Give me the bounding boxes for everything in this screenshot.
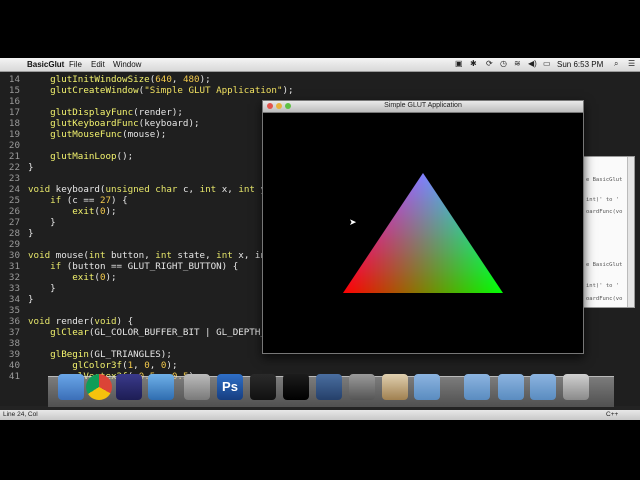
xcode-icon[interactable] bbox=[148, 374, 174, 400]
line-number: 21 bbox=[8, 151, 20, 162]
code-text[interactable]: exit(0); bbox=[28, 206, 116, 217]
glut-window[interactable]: Simple GLUT Application bbox=[262, 100, 584, 354]
line-number: 41 bbox=[8, 371, 20, 382]
code-text[interactable]: glColor3f(1, 0, 0); bbox=[28, 360, 177, 371]
line-number: 18 bbox=[8, 118, 20, 129]
peek-text-line: oardFunc(vo bbox=[586, 209, 623, 215]
line-number: 26 bbox=[8, 206, 20, 217]
system-preferences-icon[interactable] bbox=[349, 374, 375, 400]
code-text[interactable]: } bbox=[28, 228, 34, 239]
line-number: 14 bbox=[8, 74, 20, 85]
photoshop-label: Ps bbox=[222, 379, 238, 394]
code-text[interactable]: void render(void) { bbox=[28, 316, 133, 327]
code-text[interactable]: glutInitWindowSize(640, 480); bbox=[28, 74, 211, 85]
line-number: 31 bbox=[8, 261, 20, 272]
triangle-blue-blend bbox=[343, 173, 503, 293]
peek-scrollbar[interactable] bbox=[627, 157, 634, 307]
menu-clock[interactable]: Sun 6:53 PM bbox=[557, 60, 603, 69]
mouse-cursor: ➤ bbox=[349, 217, 357, 227]
menu-edit[interactable]: Edit bbox=[91, 60, 105, 69]
gl-canvas[interactable] bbox=[263, 113, 583, 353]
finder-icon[interactable] bbox=[58, 374, 84, 400]
trash-icon[interactable] bbox=[563, 374, 589, 400]
line-number: 17 bbox=[8, 107, 20, 118]
glut-window-title: Simple GLUT Application bbox=[384, 102, 462, 109]
line-number: 19 bbox=[8, 129, 20, 140]
background-window-peek[interactable]: e BasicGlut int)' to ' oardFunc(vo e BasicG… bbox=[583, 156, 635, 308]
code-text[interactable]: exit(0); bbox=[28, 272, 116, 283]
bluetooth-icon[interactable]: ✱ bbox=[470, 59, 477, 68]
blank-app-icon[interactable] bbox=[184, 374, 210, 400]
preview-icon[interactable] bbox=[382, 374, 408, 400]
peek-text-line: int)' to ' bbox=[586, 283, 620, 289]
volume-icon[interactable]: ◀) bbox=[528, 59, 537, 68]
line-number: 29 bbox=[8, 239, 20, 250]
code-text[interactable]: if (button == GLUT_RIGHT_BUTTON) { bbox=[28, 261, 238, 272]
line-number: 20 bbox=[8, 140, 20, 151]
code-text[interactable]: } bbox=[28, 217, 56, 228]
line-number: 23 bbox=[8, 173, 20, 184]
code-text[interactable]: } bbox=[28, 162, 34, 173]
line-number: 32 bbox=[8, 272, 20, 283]
line-number: 38 bbox=[8, 338, 20, 349]
documents-folder-icon[interactable] bbox=[498, 374, 524, 400]
code-text[interactable]: glutMouseFunc(mouse); bbox=[28, 129, 166, 140]
line-number: 37 bbox=[8, 327, 20, 338]
line-number: 36 bbox=[8, 316, 20, 327]
status-position: Line 24, Col bbox=[3, 411, 38, 418]
downloads-folder-icon[interactable] bbox=[530, 374, 556, 400]
code-text[interactable]: glClear(GL_COLOR_BUFFER_BIT | GL_DEPTH_ bbox=[28, 327, 266, 338]
app-menu[interactable]: BasicGlut bbox=[27, 60, 64, 69]
screen-record-icon[interactable]: ▣ bbox=[455, 59, 463, 68]
line-number: 25 bbox=[8, 195, 20, 206]
menu-bar: BasicGlut File Edit Window ▣ ✱ ⟳ ◷ ≋ ◀) … bbox=[0, 58, 640, 72]
line-number: 27 bbox=[8, 217, 20, 228]
code-text[interactable]: glutKeyboardFunc(keyboard); bbox=[28, 118, 199, 129]
code-text[interactable]: void keyboard(unsigned char c, int x, in… bbox=[28, 184, 266, 195]
line-number: 24 bbox=[8, 184, 20, 195]
line-number: 15 bbox=[8, 85, 20, 96]
chrome-icon[interactable] bbox=[86, 374, 112, 400]
desktop-screen: BasicGlut File Edit Window ▣ ✱ ⟳ ◷ ≋ ◀) … bbox=[0, 58, 640, 420]
line-number: 28 bbox=[8, 228, 20, 239]
menu-window[interactable]: Window bbox=[113, 60, 141, 69]
terminal-icon[interactable] bbox=[283, 374, 309, 400]
code-text[interactable]: void mouse(int button, int state, int x,… bbox=[28, 250, 266, 261]
folder-icon[interactable] bbox=[414, 374, 440, 400]
line-number: 30 bbox=[8, 250, 20, 261]
photo-browser-icon[interactable] bbox=[316, 374, 342, 400]
sync-icon[interactable]: ⟳ bbox=[486, 59, 493, 68]
status-language[interactable]: C++ bbox=[606, 411, 618, 418]
code-text[interactable]: glutDisplayFunc(render); bbox=[28, 107, 183, 118]
applications-folder-icon[interactable] bbox=[464, 374, 490, 400]
menu-file[interactable]: File bbox=[69, 60, 82, 69]
notification-list-icon[interactable]: ☰ bbox=[628, 59, 635, 68]
glut-window-titlebar[interactable]: Simple GLUT Application bbox=[263, 101, 583, 113]
code-text[interactable]: glBegin(GL_TRIANGLES); bbox=[28, 349, 172, 360]
line-number: 33 bbox=[8, 283, 20, 294]
time-machine-icon[interactable]: ◷ bbox=[500, 59, 507, 68]
line-number: 34 bbox=[8, 294, 20, 305]
line-number: 40 bbox=[8, 360, 20, 371]
code-text[interactable]: if (c == 27) { bbox=[28, 195, 128, 206]
peek-text-line: e BasicGlut bbox=[586, 177, 623, 183]
line-number: 35 bbox=[8, 305, 20, 316]
photoshop-icon[interactable]: Ps bbox=[217, 374, 243, 400]
editor-status-bar: Line 24, Col C++ bbox=[0, 410, 640, 420]
peek-text-line: oardFunc(vo bbox=[586, 296, 623, 302]
spotlight-icon[interactable]: ⌕ bbox=[614, 59, 618, 69]
code-text[interactable]: glutCreateWindow("Simple GLUT Applicatio… bbox=[28, 85, 293, 96]
line-number: 22 bbox=[8, 162, 20, 173]
line-number: 16 bbox=[8, 96, 20, 107]
wifi-icon[interactable]: ≋ bbox=[514, 59, 521, 68]
peek-text-line: e BasicGlut bbox=[586, 262, 623, 268]
battery-icon[interactable]: ▭ bbox=[543, 59, 551, 68]
line-number: 39 bbox=[8, 349, 20, 360]
eclipse-icon[interactable] bbox=[116, 374, 142, 400]
code-text[interactable]: glutMainLoop(); bbox=[28, 151, 133, 162]
code-text[interactable]: } bbox=[28, 283, 56, 294]
activity-monitor-icon[interactable] bbox=[250, 374, 276, 400]
peek-text-line: int)' to ' bbox=[586, 197, 620, 203]
code-text[interactable]: } bbox=[28, 294, 34, 305]
